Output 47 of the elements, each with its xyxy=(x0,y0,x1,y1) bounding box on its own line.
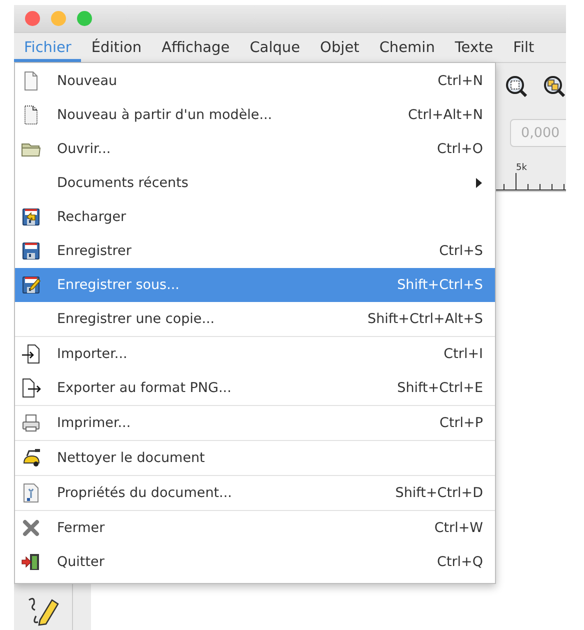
ruler-label: 5k xyxy=(516,163,527,173)
keyboard-shortcut: Ctrl+S xyxy=(439,243,483,259)
menu-item[interactable]: Ouvrir... Ctrl+O xyxy=(15,132,495,166)
menu-item[interactable]: Recharger xyxy=(15,200,495,234)
menu-bar-item[interactable]: Filt xyxy=(503,36,544,62)
close-x-icon xyxy=(21,518,41,538)
menu-item[interactable]: Enregistrer une copie... Shift+Ctrl+Alt+S xyxy=(15,302,495,336)
document-properties-icon xyxy=(21,483,41,503)
floppy-pencil-icon xyxy=(21,275,41,295)
pencil-icon[interactable] xyxy=(26,596,60,626)
keyboard-shortcut: Ctrl+I xyxy=(444,346,483,362)
menu-bar-item[interactable]: Objet xyxy=(310,36,370,62)
import-icon xyxy=(21,344,41,364)
menu-item[interactable]: Exporter au format PNG... Shift+Ctrl+E xyxy=(15,371,495,405)
keyboard-shortcut: Ctrl+O xyxy=(437,141,483,157)
menu-item[interactable]: Nouveau à partir d'un modèle... Ctrl+Alt+N xyxy=(15,98,495,132)
menu-item[interactable]: Nouveau Ctrl+N xyxy=(15,64,495,98)
menu-item[interactable]: Fermer Ctrl+W xyxy=(15,511,495,545)
menu-item[interactable]: Nettoyer le document xyxy=(15,441,495,475)
reload-icon xyxy=(21,207,41,227)
menu-item[interactable]: Imprimer... Ctrl+P xyxy=(15,406,495,440)
export-icon xyxy=(21,378,41,398)
keyboard-shortcut: Ctrl+Q xyxy=(437,554,483,570)
menu-bar-item[interactable]: Affichage xyxy=(152,36,240,62)
vacuum-cleaner-icon xyxy=(21,448,41,468)
menu-item[interactable]: Importer... Ctrl+I xyxy=(15,337,495,371)
printer-icon xyxy=(21,413,41,433)
keyboard-shortcut: Ctrl+N xyxy=(438,73,483,89)
keyboard-shortcut: Shift+Ctrl+E xyxy=(397,380,483,396)
keyboard-shortcut: Shift+Ctrl+Alt+S xyxy=(368,311,483,327)
keyboard-shortcut: Ctrl+Alt+N xyxy=(408,107,483,123)
menu-bar-item[interactable]: Édition xyxy=(81,36,152,62)
keyboard-shortcut: Shift+Ctrl+D xyxy=(395,485,483,501)
menu-item[interactable]: Propriétés du document... Shift+Ctrl+D xyxy=(15,476,495,510)
menu-item[interactable]: Quitter Ctrl+Q xyxy=(15,545,495,579)
menu-item[interactable]: Enregistrer Ctrl+S xyxy=(15,234,495,268)
zoom-selection-icon[interactable] xyxy=(505,75,527,97)
keyboard-shortcut: Ctrl+W xyxy=(434,520,483,536)
exit-door-icon xyxy=(21,552,41,572)
menu-bar-item[interactable]: Texte xyxy=(444,36,504,62)
keyboard-shortcut: Shift+Ctrl+S xyxy=(397,277,483,293)
keyboard-shortcut: Ctrl+P xyxy=(440,415,483,431)
menu-bar-item[interactable]: Calque xyxy=(240,36,310,62)
ruler-ticks xyxy=(494,173,566,191)
menu-bar-item[interactable]: Chemin xyxy=(369,36,445,62)
menu-item[interactable]: Documents récents xyxy=(15,166,495,200)
zoom-drawing-icon[interactable] xyxy=(543,75,565,97)
